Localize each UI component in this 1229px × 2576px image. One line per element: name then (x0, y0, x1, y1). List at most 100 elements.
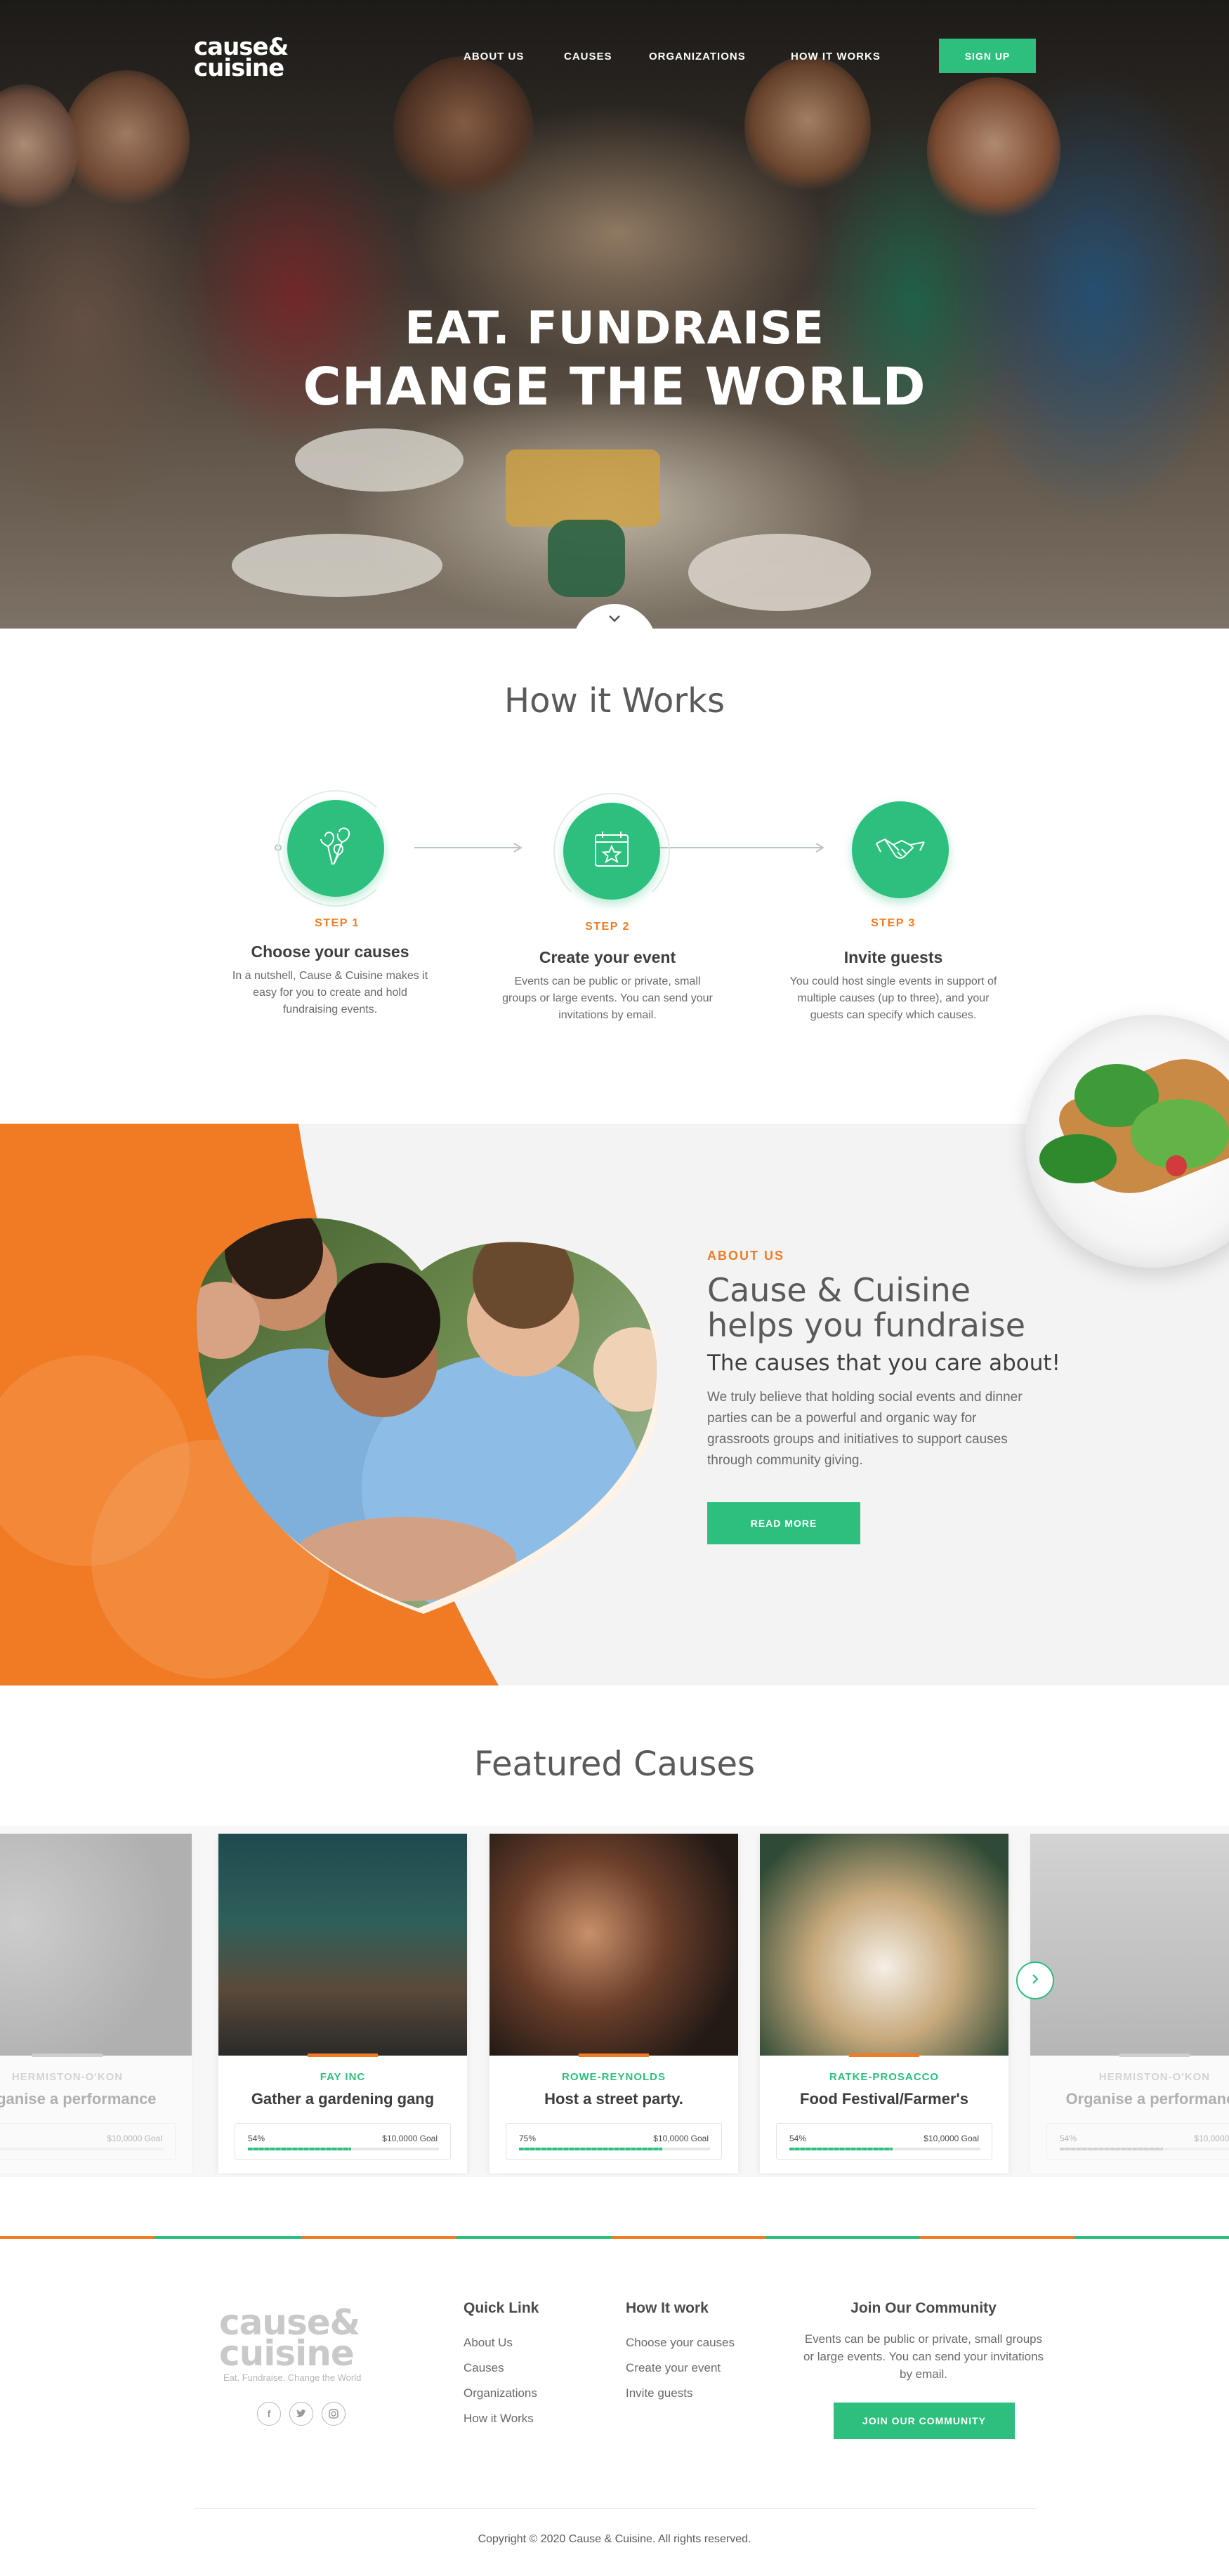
footer-logo[interactable]: cause& cuisine (219, 2305, 360, 2371)
step-3-badge (852, 801, 949, 898)
step-1-title: Choose your causes (251, 942, 409, 961)
cause-card-image (218, 1834, 467, 2056)
cause-card-title[interactable]: Food Festival/Farmer's (760, 2090, 1008, 2108)
cause-card[interactable]: HERMISTON-O'KON Organise a performance 54%… (1030, 1834, 1229, 2174)
cause-card[interactable]: FAY INC Gather a gardening gang 54% $10,000… (218, 1834, 467, 2174)
footer-link-organizations[interactable]: Organizations (464, 2386, 604, 2412)
cause-card-accent (579, 2053, 649, 2057)
step-2-badge (563, 803, 660, 900)
quick-links-title: Quick Link (464, 2300, 539, 2316)
cause-card-progress: 54% $10,0000 Goal (235, 2123, 451, 2160)
step-1-badge (287, 800, 384, 897)
step-2-label: STEP 2 (585, 921, 630, 933)
cause-card-org[interactable]: HERMISTON-O'KON (1030, 2071, 1229, 2083)
cause-card-org[interactable]: FAY INC (218, 2071, 467, 2083)
about-subtitle: The causes that you care about! (707, 1351, 1060, 1376)
footer-link-how-it-works[interactable]: How it Works (464, 2412, 604, 2437)
main-nav: ABOUT US CAUSES ORGANIZATIONS HOW IT WOR… (464, 51, 899, 65)
step-3-label: STEP 3 (871, 917, 916, 929)
progress-percent: 54% (789, 2134, 807, 2143)
twitter-icon[interactable] (289, 2402, 313, 2426)
footer-divider (194, 2508, 1036, 2509)
step-1-text: In a nutshell, Cause & Cuisine makes it … (232, 970, 428, 1016)
cause-card-org[interactable]: ROWE-REYNOLDS (489, 2071, 738, 2083)
progress-goal: $10,0000 Goal (1194, 2134, 1229, 2143)
join-community-button[interactable]: JOIN OUR COMMUNITY (834, 2403, 1015, 2439)
cause-card[interactable]: HERMISTON-O'KON Organise a performance $10… (0, 1834, 192, 2174)
cause-card-org[interactable]: HERMISTON-O'KON (0, 2071, 192, 2083)
progress-goal: $10,0000 Goal (924, 2134, 979, 2143)
hero-section: cause& cuisine ABOUT US CAUSES ORGANIZAT… (0, 0, 1229, 629)
cause-card-accent (1119, 2053, 1190, 2057)
step-3-text: You could host single events in support … (789, 975, 997, 1021)
about-group-photo (193, 1187, 662, 1629)
cause-card-accent (849, 2053, 919, 2057)
cause-card-org[interactable]: RATKE-PROSACCO (760, 2071, 1008, 2083)
progress-goal: $10,0000 Goal (107, 2134, 162, 2143)
step-3-title: Invite guests (843, 948, 943, 966)
progress-goal: $10,0000 Goal (382, 2134, 438, 2143)
featured-title: Featured Causes (473, 1744, 755, 1784)
calendar-star-icon (587, 825, 636, 878)
cause-card-title[interactable]: Gather a gardening gang (218, 2090, 467, 2108)
cause-card-title[interactable]: Host a street party. (489, 2090, 738, 2108)
step-2-text: Events can be public or private, small g… (502, 975, 713, 1021)
cause-card-accent (32, 2053, 103, 2057)
footer-link-choose-causes[interactable]: Choose your causes (626, 2336, 794, 2361)
how-it-work-title: How It work (626, 2300, 709, 2316)
cause-card-image (0, 1834, 192, 2056)
about-title: Cause & Cuisine helps you fundraise (707, 1271, 1026, 1344)
footer-link-create-event[interactable]: Create your event (626, 2361, 794, 2386)
join-title: Join Our Community (850, 2300, 997, 2316)
hero-title-line1: EAT. FUNDRAISE (405, 303, 824, 355)
cause-card[interactable]: ROWE-REYNOLDS Host a street party. 75% $10,… (489, 1834, 738, 2174)
footer-link-about-us[interactable]: About Us (464, 2336, 604, 2361)
chevron-down-icon[interactable] (604, 612, 625, 626)
cause-card-progress: $10,0000 Goal (0, 2123, 176, 2160)
progress-track (519, 2148, 710, 2150)
join-text: Events can be public or private, small g… (803, 2332, 1044, 2381)
nav-causes[interactable]: CAUSES (564, 51, 612, 63)
progress-percent: 54% (1060, 2134, 1077, 2143)
nav-how-it-works[interactable]: HOW IT WORKS (791, 51, 881, 63)
progress-track (248, 2148, 439, 2150)
cause-card-title[interactable]: Organise a performance (1030, 2090, 1229, 2108)
progress-goal: $10,0000 Goal (653, 2134, 709, 2143)
progress-percent: 54% (248, 2134, 265, 2143)
how-it-work-links: Choose your causes Create your event Inv… (626, 2336, 794, 2412)
progress-fill (519, 2148, 662, 2150)
header-logo[interactable]: cause& cuisine (194, 35, 289, 80)
footer-stripe (0, 2236, 1229, 2239)
handshake-icon (874, 824, 927, 876)
about-eyebrow: ABOUT US (707, 1249, 784, 1263)
read-more-button[interactable]: READ MORE (707, 1502, 860, 1544)
cause-card-image (489, 1834, 738, 2056)
cause-card-image (1030, 1834, 1229, 2056)
cause-card-progress: 54% $10,0000 Goal (1046, 2123, 1229, 2160)
progress-percent: 75% (519, 2134, 537, 2143)
cause-card-accent (308, 2053, 378, 2057)
footer-social: f (257, 2402, 348, 2427)
progress-fill (248, 2148, 351, 2150)
cause-card[interactable]: RATKE-PROSACCO Food Festival/Farmer's 54% $… (760, 1834, 1008, 2174)
quick-links: About Us Causes Organizations How it Wor… (464, 2336, 604, 2437)
footer-link-invite-guests[interactable]: Invite guests (626, 2386, 794, 2412)
hero-title-line2: CHANGE THE WORLD (303, 357, 926, 417)
progress-track (1060, 2148, 1229, 2150)
carousel-next-button[interactable] (1016, 1961, 1054, 1999)
cause-card-progress: 75% $10,0000 Goal (506, 2123, 722, 2160)
step-2-title: Create your event (539, 948, 676, 966)
footer-tagline: Eat. Fundraise. Change the World (223, 2372, 362, 2383)
nav-organizations[interactable]: ORGANIZATIONS (649, 51, 746, 63)
copyright: Copyright © 2020 Cause & Cuisine. All ri… (478, 2533, 751, 2545)
progress-fill (789, 2148, 893, 2150)
signup-button[interactable]: SIGN UP (939, 39, 1036, 73)
nav-about-us[interactable]: ABOUT US (464, 51, 524, 63)
cause-card-title[interactable]: Organise a performance (0, 2090, 192, 2108)
progress-track (0, 2148, 164, 2150)
progress-track (789, 2148, 980, 2150)
cause-card-progress: 54% $10,0000 Goal (776, 2123, 992, 2160)
footer-link-causes[interactable]: Causes (464, 2361, 604, 2386)
instagram-icon[interactable] (322, 2402, 346, 2426)
facebook-icon[interactable]: f (257, 2402, 281, 2426)
